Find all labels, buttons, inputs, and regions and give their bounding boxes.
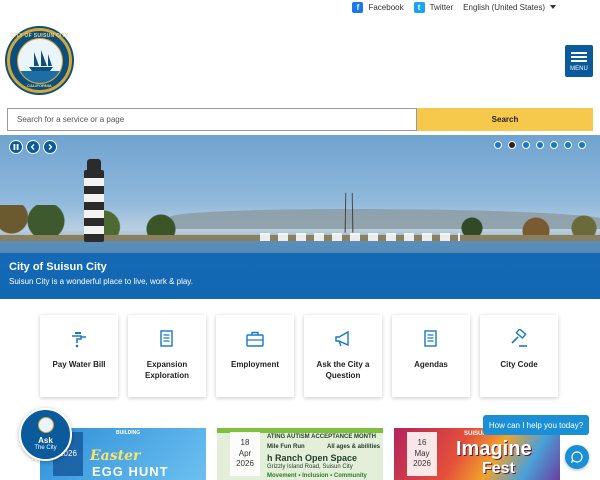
pause-button[interactable] bbox=[9, 140, 23, 154]
ask-sublabel: The City bbox=[34, 445, 57, 451]
city-seal-icon bbox=[37, 417, 54, 433]
facebook-link[interactable]: f Facebook bbox=[352, 1, 404, 13]
facebook-icon: f bbox=[352, 1, 364, 13]
event-line-4: Grizzly Island Road, Suisun City bbox=[267, 464, 353, 470]
event-line-2: Mile Fun Run bbox=[267, 444, 305, 450]
twitter-label: Twitter bbox=[429, 2, 454, 12]
event-title: Easter bbox=[90, 448, 141, 464]
event-line-3: h Ranch Open Space bbox=[267, 453, 358, 463]
event-month: May bbox=[414, 448, 430, 458]
quick-link-label: Employment bbox=[230, 360, 279, 369]
water-faucet-icon bbox=[69, 329, 89, 349]
event-tag: BUILDING bbox=[116, 430, 141, 436]
hero-title: City of Suisun City bbox=[9, 261, 107, 273]
search-bar: Search bbox=[7, 108, 593, 131]
quick-links: Pay Water Bill Expansion Exploration Emp… bbox=[40, 315, 558, 397]
quick-link-agendas[interactable]: Agendas bbox=[392, 315, 470, 397]
slide-dot-1[interactable] bbox=[494, 141, 502, 149]
gavel-icon bbox=[509, 329, 529, 349]
slide-dot-2[interactable] bbox=[508, 141, 516, 149]
hamburger-icon bbox=[571, 50, 587, 64]
logo-text-bottom: CALIFORNIA bbox=[27, 83, 52, 88]
event-line-2b: All ages & abilities bbox=[327, 444, 381, 450]
chat-prompt[interactable]: How can I help you today? bbox=[483, 415, 589, 435]
ask-the-city-button[interactable]: Ask The City bbox=[19, 408, 72, 461]
quick-link-ask-the-city[interactable]: Ask the City a Question bbox=[304, 315, 382, 397]
event-title: Imagine bbox=[456, 438, 532, 460]
event-year: 2026 bbox=[236, 459, 254, 469]
language-select[interactable]: English (United States) bbox=[463, 3, 556, 12]
power-pylon bbox=[344, 192, 354, 233]
quick-link-expansion-exploration[interactable]: Expansion Exploration bbox=[128, 315, 206, 397]
event-day: 16 bbox=[417, 437, 427, 447]
chevron-left-icon bbox=[30, 144, 35, 150]
logo-seal bbox=[16, 37, 63, 84]
slideshow-controls bbox=[9, 140, 57, 154]
event-title-2: EGG HUNT bbox=[92, 464, 169, 479]
slide-indicators bbox=[494, 141, 586, 149]
next-slide-button[interactable] bbox=[43, 140, 57, 154]
logo-text-top: CITY OF SUISUN CITY bbox=[10, 33, 69, 39]
twitter-link[interactable]: t Twitter bbox=[413, 1, 454, 13]
logo-water bbox=[17, 70, 62, 83]
slide-dot-7[interactable] bbox=[578, 141, 586, 149]
previous-slide-button[interactable] bbox=[26, 140, 40, 154]
document-icon bbox=[157, 329, 177, 349]
event-year: 2026 bbox=[413, 459, 431, 469]
menu-button[interactable]: MENU bbox=[565, 45, 593, 77]
quick-link-pay-water-bill[interactable]: Pay Water Bill bbox=[40, 315, 118, 397]
event-title-2: Fest bbox=[482, 460, 515, 477]
event-day: 18 bbox=[240, 437, 250, 447]
chat-button[interactable] bbox=[565, 445, 589, 469]
quick-link-label: Agendas bbox=[414, 360, 448, 369]
event-date: 16 May 2026 bbox=[407, 432, 437, 476]
quick-link-label: Expansion Exploration bbox=[144, 360, 189, 381]
page: f Facebook t Twitter English (United Sta… bbox=[0, 0, 600, 480]
menu-label: MENU bbox=[570, 66, 588, 72]
quick-link-label: Ask the City a Question bbox=[316, 360, 370, 381]
event-month: Apr bbox=[238, 448, 252, 458]
event-card-fun-run[interactable]: 18 Apr 2026 ATING AUTISM ACCEPTANCE MONT… bbox=[217, 428, 383, 480]
document-icon bbox=[421, 329, 441, 349]
slide-dot-6[interactable] bbox=[564, 141, 572, 149]
search-button[interactable]: Search bbox=[417, 108, 593, 131]
language-label: English (United States) bbox=[463, 2, 545, 12]
hero-boats bbox=[260, 233, 460, 241]
ship-icon bbox=[28, 49, 53, 71]
twitter-icon: t bbox=[413, 1, 425, 13]
event-card-imagine-fest[interactable]: 16 May 2026 SUISUN CITY Imagine Fest bbox=[394, 428, 560, 480]
ask-label: Ask bbox=[38, 436, 53, 445]
event-line-5: Movement • Inclusion • Community bbox=[267, 473, 367, 479]
hero-subtitle: Suisun City is a wonderful place to live… bbox=[9, 277, 193, 286]
hero-caption: City of Suisun City Suisun City is a won… bbox=[0, 253, 600, 299]
chat-icon bbox=[571, 451, 583, 463]
city-logo[interactable]: CITY OF SUISUN CITY CALIFORNIA bbox=[7, 28, 72, 93]
chevron-right-icon bbox=[48, 144, 53, 150]
facebook-label: Facebook bbox=[368, 2, 404, 12]
briefcase-icon bbox=[245, 329, 265, 349]
quick-link-label: Pay Water Bill bbox=[52, 360, 106, 369]
quick-link-label: City Code bbox=[500, 360, 538, 369]
quick-link-city-code[interactable]: City Code bbox=[480, 315, 558, 397]
search-input[interactable] bbox=[7, 108, 417, 131]
slide-dot-3[interactable] bbox=[522, 141, 530, 149]
slide-dot-5[interactable] bbox=[550, 141, 558, 149]
event-date: 18 Apr 2026 bbox=[230, 432, 260, 476]
slide-dot-4[interactable] bbox=[536, 141, 544, 149]
event-line-1: ATING AUTISM ACCEPTANCE MONTH bbox=[267, 434, 376, 440]
lighthouse bbox=[84, 170, 104, 242]
pause-icon bbox=[13, 144, 19, 150]
megaphone-icon bbox=[333, 329, 353, 349]
quick-link-employment[interactable]: Employment bbox=[216, 315, 294, 397]
chevron-down-icon bbox=[550, 5, 556, 9]
utility-bar: f Facebook t Twitter English (United Sta… bbox=[342, 0, 600, 14]
